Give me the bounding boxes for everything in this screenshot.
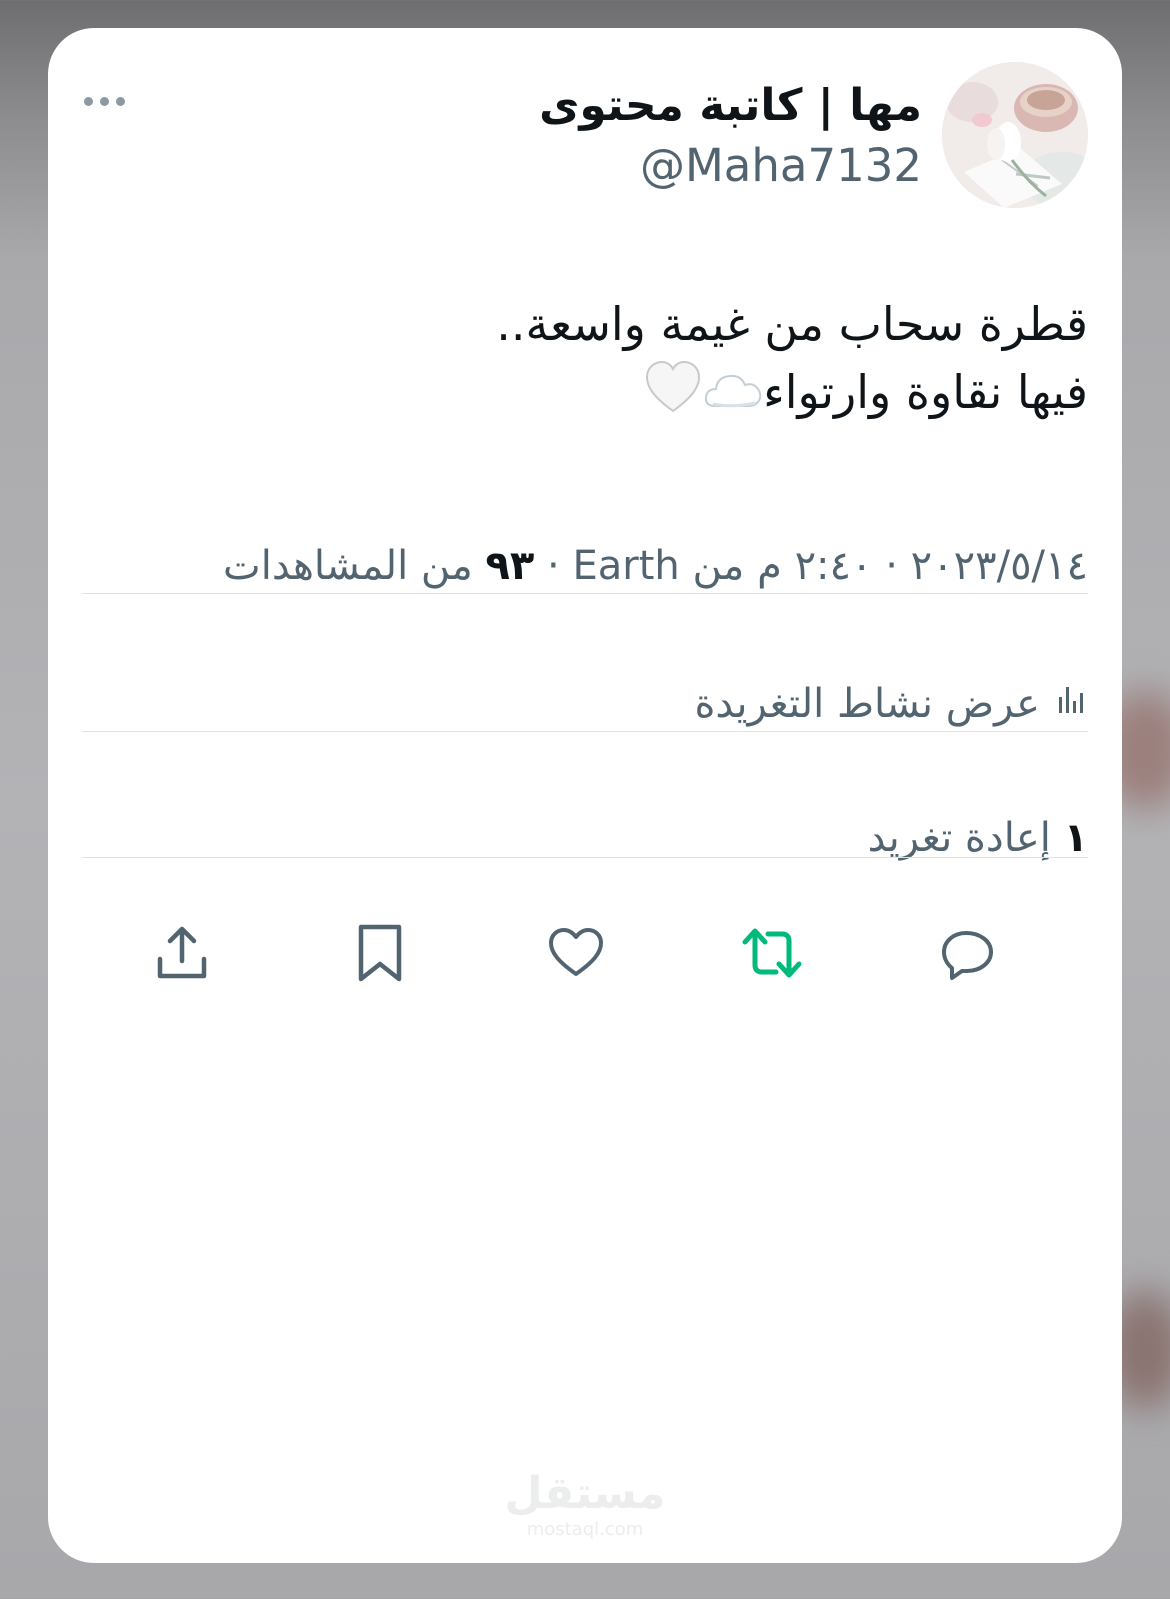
- tweet-text: قطرة سحاب من غيمة واسعة.. فيها نقاوة وار…: [88, 290, 1088, 432]
- tweet-time[interactable]: ٢:٤٠ م: [757, 543, 872, 589]
- mostaql-watermark: مستقل mostaql.com: [485, 1468, 685, 1540]
- views-label: من المشاهدات: [223, 543, 473, 589]
- views-count: ٩٣: [485, 543, 535, 589]
- tweet-line-1: قطرة سحاب من غيمة واسعة..: [496, 297, 1088, 351]
- retweet-count: ١: [1063, 815, 1088, 861]
- activity-label: عرض نشاط التغريدة: [694, 681, 1040, 727]
- divider: [82, 593, 1088, 594]
- retweet-icon: [742, 928, 802, 978]
- tweet-line-2-text: فيها نقاوة وارتواء: [763, 365, 1088, 419]
- reply-icon: [942, 931, 993, 980]
- meta-separator: ·: [872, 543, 898, 589]
- like-button[interactable]: [541, 918, 611, 988]
- watermark-arabic: مستقل: [504, 1468, 666, 1519]
- tweet-actions: [48, 918, 1122, 988]
- retweet-label: إعادة تغريد: [867, 815, 1051, 861]
- cloud-icon: [703, 362, 763, 430]
- avatar[interactable]: [942, 62, 1088, 208]
- watermark-latin: mostaql.com: [526, 1519, 644, 1540]
- share-button[interactable]: [147, 918, 217, 988]
- tweet-date[interactable]: ٢٠٢٣/٥/١٤: [911, 543, 1088, 589]
- avatar-image: [942, 62, 1088, 208]
- retweet-button[interactable]: [737, 918, 807, 988]
- retweet-count-row[interactable]: ١ إعادة تغريد: [868, 808, 1088, 868]
- share-icon: [157, 926, 207, 979]
- tweet-card: مها | كاتبة محتوى @Maha7132 قطرة سحاب من…: [48, 28, 1122, 1563]
- divider: [82, 857, 1088, 858]
- reply-button[interactable]: [933, 918, 1003, 988]
- meta-separator: ·: [534, 543, 560, 589]
- bookmark-icon: [358, 924, 402, 982]
- divider: [82, 731, 1088, 732]
- tweet-source: من Earth: [572, 543, 745, 589]
- bar-chart-icon: [1054, 674, 1088, 734]
- tweet-line-2: فيها نقاوة وارتواء: [88, 358, 1088, 432]
- tweet-meta: ٢٠٢٣/٥/١٤ · ٢:٤٠ م من Earth · ٩٣ من المش…: [88, 536, 1088, 596]
- bookmark-button[interactable]: [345, 918, 415, 988]
- view-tweet-activity[interactable]: عرض نشاط التغريدة: [694, 674, 1088, 734]
- more-options-icon[interactable]: [84, 86, 125, 116]
- white-heart-icon: [643, 360, 703, 432]
- display-name[interactable]: مها | كاتبة محتوى: [539, 76, 922, 136]
- like-icon: [549, 928, 603, 976]
- user-handle[interactable]: @Maha7132: [640, 136, 922, 196]
